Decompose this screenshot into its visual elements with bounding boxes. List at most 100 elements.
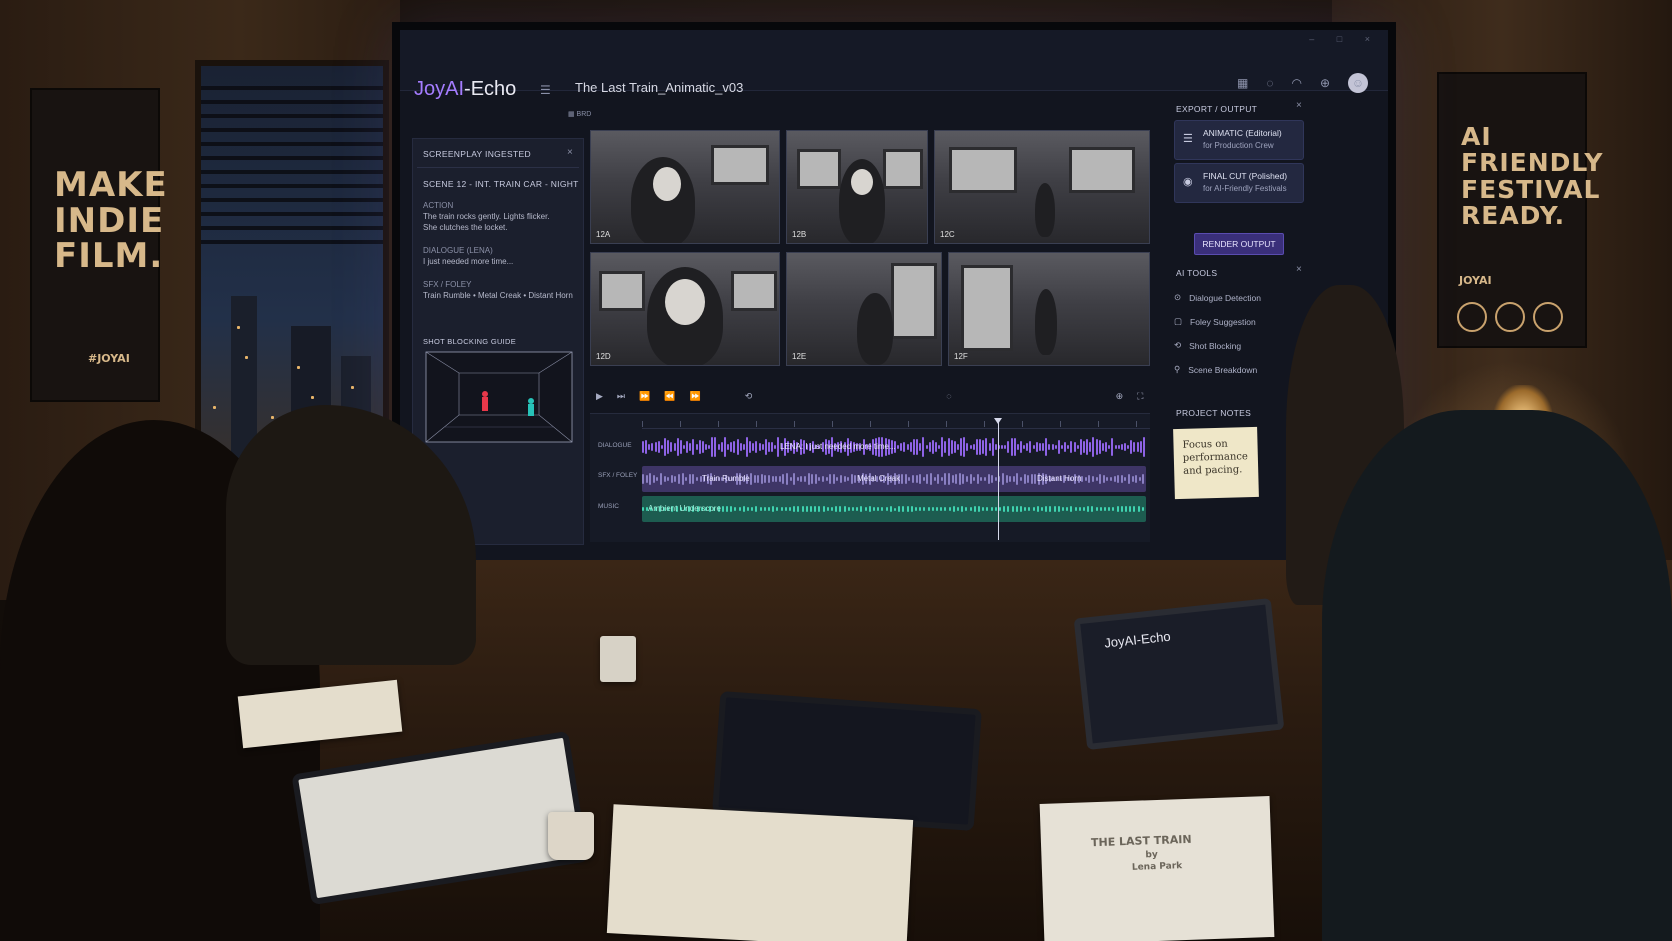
waveform-bar — [925, 445, 928, 449]
waveform-bar — [889, 506, 892, 512]
sync-icon[interactable]: ◌ — [1266, 76, 1273, 90]
collapse-icon[interactable]: × — [1296, 264, 1302, 275]
waveform-bar — [843, 506, 846, 512]
frame-label: 12F — [954, 352, 968, 361]
skip-icon[interactable]: ⏩ — [689, 391, 700, 402]
waveform-bar — [1120, 474, 1123, 484]
waveform-bar — [975, 439, 978, 455]
storyboard-frame[interactable]: 12C — [934, 130, 1150, 244]
app-logo[interactable]: JoyAI-Echo — [414, 78, 516, 101]
waveform-bar — [1024, 507, 1027, 511]
waveform-bar — [1139, 440, 1142, 454]
waveform-bar — [1042, 442, 1045, 452]
action-label: ACTION — [423, 201, 454, 210]
fast-forward-icon[interactable]: ⏩ — [639, 391, 650, 402]
final-cut-option[interactable]: ◉ FINAL CUT (Polished) for AI-Friendly F… — [1174, 163, 1304, 203]
tool-scene-breakdown[interactable]: ⚲ Scene Breakdown — [1174, 364, 1257, 375]
waveform-bar — [778, 476, 781, 482]
storyboard-frame[interactable]: 12F — [948, 252, 1150, 366]
waveform-bar — [1101, 443, 1104, 451]
waveform-bar — [910, 505, 913, 513]
waveform-bar — [840, 474, 842, 484]
tablet-timeline — [712, 691, 982, 831]
timeline-ruler[interactable] — [642, 418, 1150, 429]
waveform-bar — [760, 474, 763, 484]
ruler-tick — [908, 421, 909, 427]
waveform-bar — [656, 476, 659, 482]
waveform-bar — [1108, 507, 1111, 511]
waveform-bar — [1020, 505, 1022, 513]
waveform-bar — [868, 506, 871, 512]
waveform-bar — [1048, 444, 1051, 450]
ruler-tick — [1060, 421, 1061, 427]
waveform-bar — [987, 474, 990, 484]
close-icon[interactable]: × — [1296, 100, 1302, 111]
animatic-option[interactable]: ☰ ANIMATIC (Editorial) for Production Cr… — [1174, 120, 1304, 160]
ruler-tick — [1136, 421, 1137, 427]
breakdown-icon: ⚲ — [1174, 364, 1181, 374]
boards-icon[interactable]: ▦ BRD — [568, 110, 591, 118]
waveform-bar — [676, 438, 679, 456]
waveform-bar — [768, 474, 770, 484]
waveform-bar — [1120, 505, 1123, 513]
storyboard-frame[interactable]: 12B — [786, 130, 928, 244]
zoom-in-icon[interactable]: ⊕ — [1116, 391, 1124, 402]
waveform-bar — [822, 476, 824, 482]
waveform-bar — [1142, 473, 1145, 485]
waveform-bar — [940, 507, 943, 511]
waveform-bar — [832, 474, 835, 484]
music-track[interactable]: Ambient Underscore — [642, 496, 1146, 522]
waveform-bar — [742, 443, 745, 451]
waveform-bar — [688, 473, 691, 485]
waveform-bar — [645, 474, 648, 484]
loop-icon[interactable]: ⟲ — [745, 391, 753, 402]
waveform-bar — [937, 473, 940, 485]
waveform-bar — [1057, 506, 1060, 512]
waveform-bar — [984, 477, 986, 481]
laptop-logo: JoyAI-Echo — [1103, 628, 1172, 651]
waveform-bar — [807, 472, 810, 486]
waveform-bar — [782, 474, 785, 484]
waveform-bar — [678, 473, 680, 485]
sync-icon[interactable]: ◌ — [946, 391, 951, 401]
waveform-bar — [1070, 506, 1073, 512]
storyboard-frame[interactable]: 12D — [590, 252, 780, 366]
track-label: MUSIC — [598, 503, 619, 510]
panels-icon[interactable]: ▦ — [1237, 76, 1248, 90]
waveform-bar — [1041, 506, 1043, 512]
character-marker — [482, 391, 488, 397]
share-icon[interactable]: ⊕ — [1320, 76, 1330, 90]
waveform-bar — [1116, 505, 1119, 513]
play-icon[interactable]: ▶ — [596, 391, 603, 402]
fullscreen-icon[interactable]: ⛶ — [1137, 391, 1143, 402]
poster-ai-friendly-festival: AI FRIENDLY FESTIVAL READY. JOYAI — [1437, 72, 1603, 348]
tool-dialogue-detection[interactable]: ⊙ Dialogue Detection — [1174, 292, 1261, 303]
tool-shot-blocking[interactable]: ⟲ Shot Blocking — [1174, 340, 1241, 351]
waveform-bar — [651, 443, 654, 451]
script-author: Lena Park — [1131, 861, 1183, 873]
menu-icon[interactable]: ☰ — [540, 83, 554, 97]
storyboard-frame[interactable]: 12E — [786, 252, 942, 366]
waveform-bar — [831, 506, 833, 512]
playhead[interactable] — [994, 418, 1002, 540]
project-note[interactable]: Focus on performance and pacing. — [1173, 426, 1259, 500]
waveform-bar — [922, 476, 925, 482]
sfx-track[interactable]: Train Rumble Metal Creak Distant Horn — [642, 466, 1146, 492]
storyboard-frame[interactable]: 12A — [590, 130, 780, 244]
shot-blocking-diagram[interactable] — [425, 351, 573, 443]
tool-foley-suggestion[interactable]: ▢ Foley Suggestion — [1174, 316, 1256, 327]
close-icon[interactable]: × — [567, 147, 573, 158]
waveform-bar — [793, 505, 796, 513]
poster-line: INDIE — [54, 200, 165, 241]
waveform-bar — [1016, 444, 1019, 450]
headphones-icon[interactable]: ◠ — [1291, 76, 1301, 90]
rewind-icon[interactable]: ⏪ — [664, 391, 675, 402]
window-controls[interactable]: – □ × — [1309, 34, 1380, 44]
render-output-button[interactable]: RENDER OUTPUT — [1194, 233, 1284, 255]
step-forward-icon[interactable]: ⏭ — [617, 391, 625, 402]
waveform-bar — [1131, 476, 1134, 482]
waveform-bar — [965, 507, 968, 511]
dialogue-track[interactable]: LENA: I just needed more time... — [642, 434, 1146, 460]
waveform-bar — [906, 505, 909, 513]
option-title: ANIMATIC (Editorial) — [1203, 128, 1282, 138]
